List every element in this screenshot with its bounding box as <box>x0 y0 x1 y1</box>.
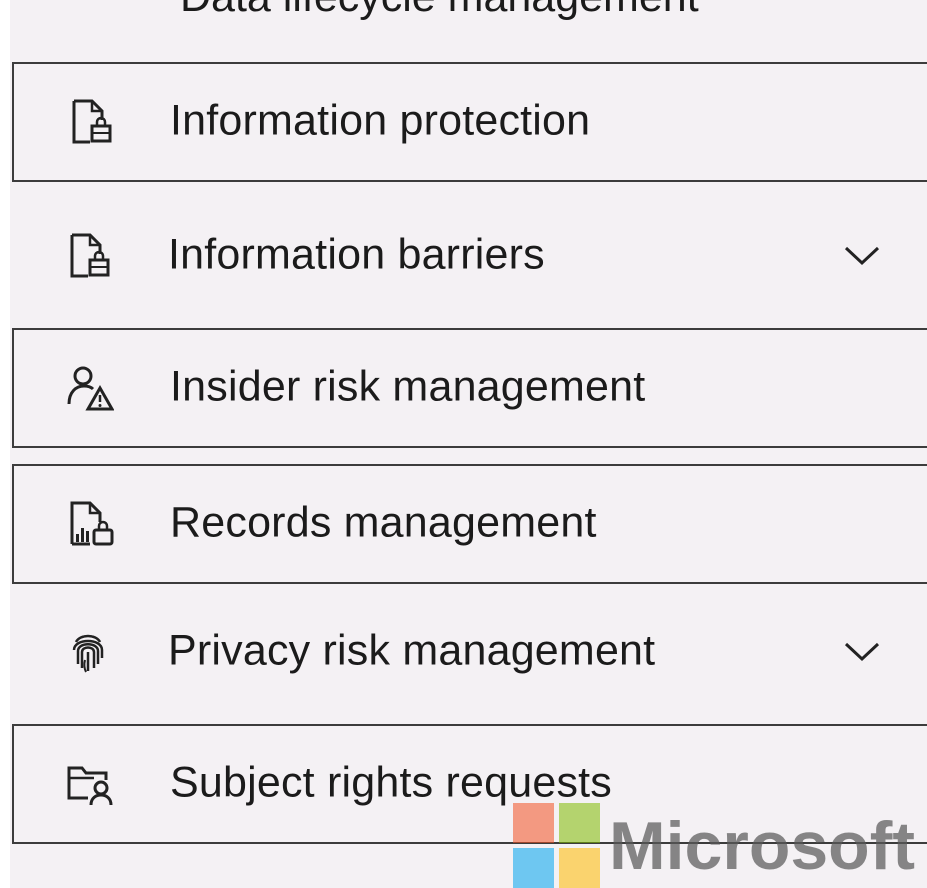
nav-item-privacy-risk-management[interactable]: Privacy risk management <box>12 592 927 712</box>
nav-item-label: Information barriers <box>168 230 545 279</box>
microsoft-watermark: Microsoft <box>513 803 927 888</box>
document-lock-icon <box>70 233 110 278</box>
nav-panel: Data lifecycle management Information pr… <box>0 0 927 888</box>
nav-item-label: Privacy risk management <box>168 626 656 675</box>
nav-item-label: Subject rights requests <box>170 758 612 807</box>
logo-tile-yellow <box>559 848 600 888</box>
nav-item-records-management[interactable]: Records management <box>12 464 927 584</box>
nav-item-label: Insider risk management <box>170 362 646 411</box>
nav-item-label: Information protection <box>170 96 591 145</box>
folder-person-icon <box>67 766 113 806</box>
chevron-down-icon[interactable] <box>842 242 882 270</box>
nav-item-data-lifecycle-management[interactable]: Data lifecycle management <box>12 0 927 40</box>
nav-item-information-protection[interactable]: Information protection <box>12 62 927 182</box>
nav-item-label: Data lifecycle management <box>180 0 699 22</box>
logo-tile-blue <box>513 848 554 888</box>
left-margin <box>0 0 10 888</box>
person-warning-icon <box>67 366 114 411</box>
nav-item-label: Records management <box>170 498 597 547</box>
nav-item-information-barriers[interactable]: Information barriers <box>12 196 927 316</box>
document-lifecycle-icon <box>76 0 124 12</box>
logo-tile-green <box>559 803 600 843</box>
watermark-text: Microsoft <box>609 808 915 884</box>
logo-tile-red <box>513 803 554 843</box>
document-lock-icon <box>72 99 112 144</box>
fingerprint-icon <box>72 634 104 673</box>
document-chart-icon <box>70 501 114 546</box>
chevron-down-icon[interactable] <box>842 638 882 666</box>
nav-item-insider-risk-management[interactable]: Insider risk management <box>12 328 927 448</box>
